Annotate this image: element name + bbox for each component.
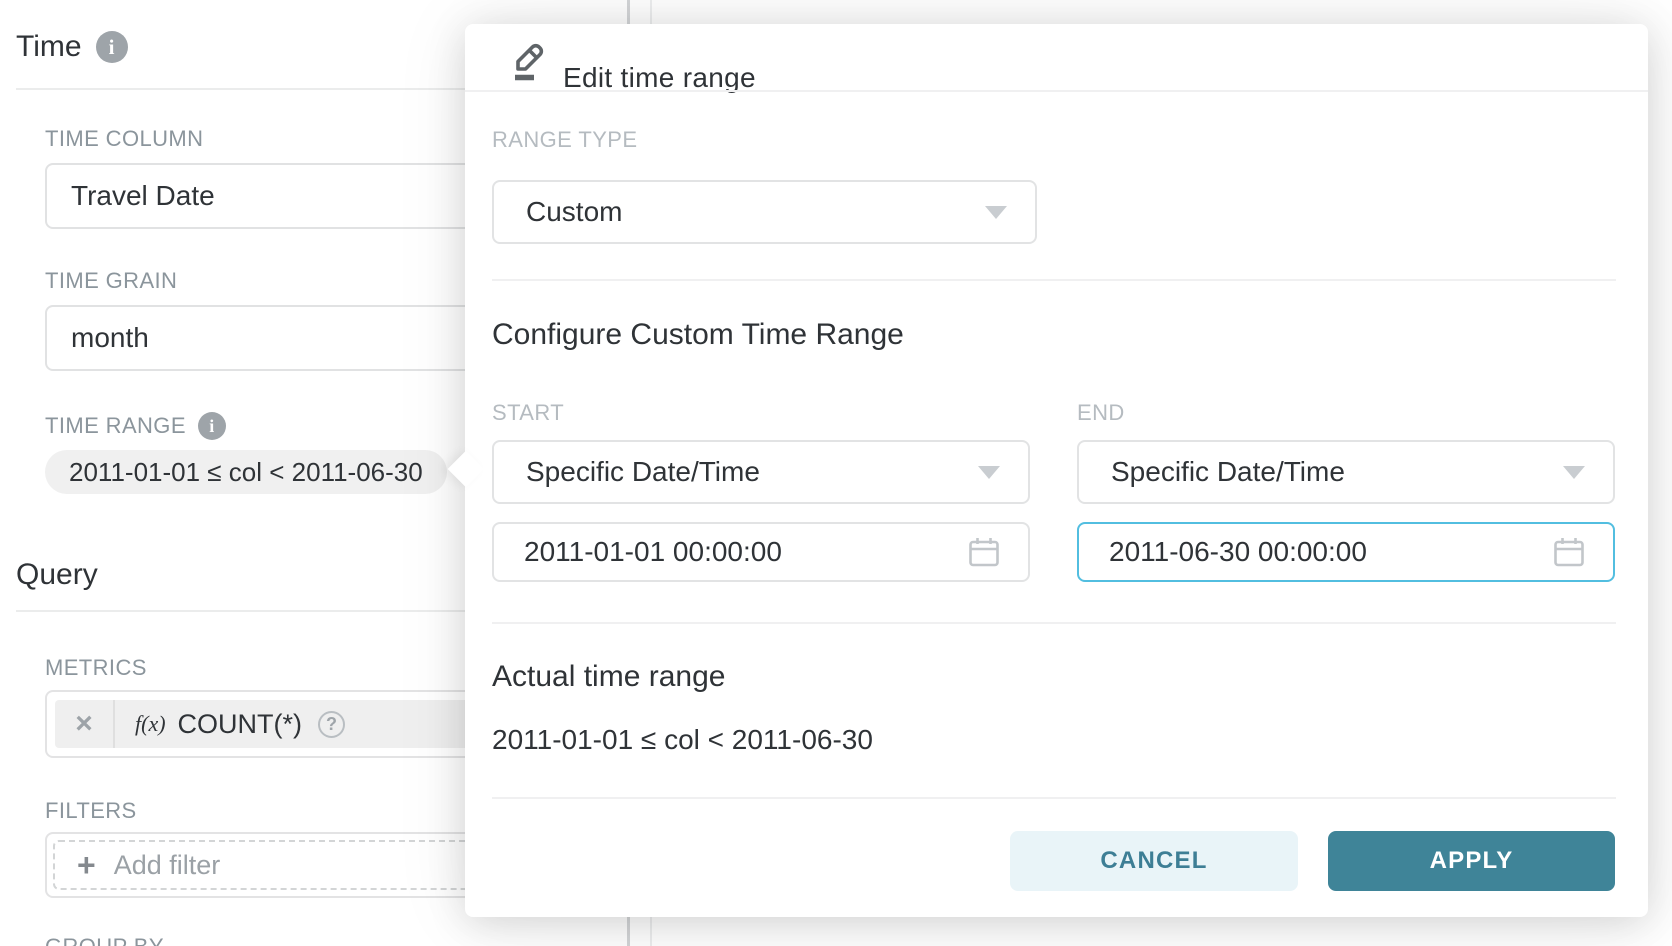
info-icon[interactable]: i xyxy=(198,412,226,440)
edit-pencil-icon xyxy=(506,37,550,83)
popover-arrow xyxy=(448,451,485,488)
metric-pill-separator xyxy=(113,700,115,748)
plus-icon: + xyxy=(77,849,96,881)
popover-header-divider xyxy=(465,90,1648,92)
query-section-title: Query xyxy=(16,558,98,592)
time-column-value: Travel Date xyxy=(71,180,215,212)
actual-range-value: 2011-01-01 ≤ col < 2011-06-30 xyxy=(492,724,873,756)
time-grain-label: TIME GRAIN xyxy=(45,268,177,294)
section-divider xyxy=(492,279,1616,281)
end-datetime-field xyxy=(1077,522,1615,582)
cancel-button[interactable]: CANCEL xyxy=(1010,831,1298,891)
time-section-title-text: Time xyxy=(16,30,82,64)
time-range-label-text: TIME RANGE xyxy=(45,413,186,439)
edit-time-range-popover: Edit time range RANGE TYPE Custom Config… xyxy=(465,24,1648,917)
chevron-down-icon xyxy=(978,466,1000,479)
add-filter-label: Add filter xyxy=(114,850,221,881)
explore-page: Time i TIME COLUMN Travel Date TIME GRAI… xyxy=(0,0,1672,946)
help-icon[interactable]: ? xyxy=(318,711,345,738)
start-label: START xyxy=(492,400,564,426)
range-type-label: RANGE TYPE xyxy=(492,127,637,153)
time-range-pill-text: 2011-01-01 ≤ col < 2011-06-30 xyxy=(69,457,423,488)
range-type-value: Custom xyxy=(526,196,622,228)
info-icon[interactable]: i xyxy=(96,31,128,63)
time-section-title: Time i xyxy=(16,30,128,64)
start-mode-select[interactable]: Specific Date/Time xyxy=(492,440,1030,504)
end-label: END xyxy=(1077,400,1125,426)
section-divider xyxy=(492,622,1616,624)
start-datetime-field xyxy=(492,522,1030,582)
end-datetime-input[interactable] xyxy=(1079,536,1551,568)
metric-name: COUNT(*) xyxy=(178,709,302,740)
calendar-icon[interactable] xyxy=(966,534,1002,570)
time-column-label: TIME COLUMN xyxy=(45,126,203,152)
start-mode-value: Specific Date/Time xyxy=(526,456,760,488)
end-mode-value: Specific Date/Time xyxy=(1111,456,1345,488)
function-icon: f(x) xyxy=(135,711,166,737)
remove-metric-icon[interactable]: × xyxy=(55,709,113,739)
filters-label: FILTERS xyxy=(45,798,137,824)
time-grain-value: month xyxy=(71,322,149,354)
configure-heading: Configure Custom Time Range xyxy=(492,318,904,352)
chevron-down-icon xyxy=(1563,466,1585,479)
group-by-label: GROUP BY xyxy=(45,934,164,946)
metrics-label: METRICS xyxy=(45,655,147,681)
apply-button[interactable]: APPLY xyxy=(1328,831,1615,891)
time-range-pill[interactable]: 2011-01-01 ≤ col < 2011-06-30 xyxy=(45,450,447,494)
range-type-select[interactable]: Custom xyxy=(492,180,1037,244)
time-range-label: TIME RANGE i xyxy=(45,412,226,440)
calendar-icon[interactable] xyxy=(1551,534,1587,570)
query-section-title-text: Query xyxy=(16,558,98,592)
end-mode-select[interactable]: Specific Date/Time xyxy=(1077,440,1615,504)
start-datetime-input[interactable] xyxy=(494,536,966,568)
actual-range-heading: Actual time range xyxy=(492,660,725,694)
footer-divider xyxy=(492,797,1616,799)
chevron-down-icon xyxy=(985,206,1007,219)
